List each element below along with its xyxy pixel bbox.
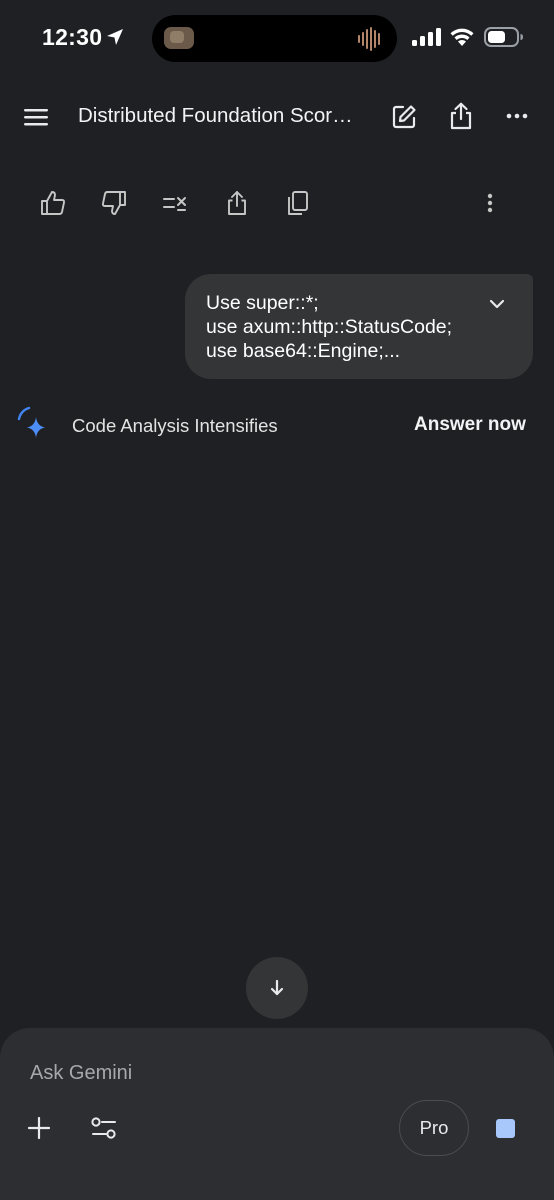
menu-icon[interactable] [22, 104, 50, 130]
chevron-down-icon[interactable] [487, 296, 507, 312]
model-label: Pro [419, 1117, 449, 1138]
prompt-line: Use super::*; [206, 292, 319, 314]
copy-icon[interactable] [285, 189, 311, 217]
cellular-signal-icon [412, 28, 441, 46]
prompt-line: use base64::Engine;... [206, 340, 401, 362]
status-bar: 12:30 [0, 0, 554, 76]
stop-icon[interactable] [496, 1119, 515, 1138]
scroll-to-bottom-button[interactable] [246, 957, 308, 1019]
edit-icon[interactable] [391, 104, 417, 130]
location-arrow-icon [107, 29, 123, 45]
thinking-indicator: Code Analysis Intensifies Answer now [0, 400, 554, 450]
chat-title[interactable]: Distributed Foundation Scor… [78, 104, 368, 128]
model-picker-button[interactable]: Pro [399, 1100, 469, 1156]
top-app-bar: Distributed Foundation Scor… [0, 92, 554, 142]
arrow-down-icon [270, 979, 284, 996]
more-horizontal-icon[interactable] [505, 106, 529, 126]
now-playing-thumbnail [164, 27, 194, 49]
tools-icon[interactable] [90, 1115, 118, 1141]
share-icon[interactable] [224, 189, 250, 217]
answer-now-button[interactable]: Answer now [414, 414, 526, 436]
plus-icon[interactable] [26, 1115, 52, 1141]
thumbs-up-icon[interactable] [40, 189, 66, 217]
dynamic-island [152, 15, 397, 62]
gemini-chat-screen: 12:30 Distributed Foundation Scor… Use s… [0, 0, 554, 1200]
more-vertical-icon[interactable] [477, 189, 503, 217]
prompt-line: use axum::http::StatusCode; [206, 316, 453, 338]
composer-panel: Pro [0, 1028, 554, 1200]
share-icon[interactable] [449, 102, 473, 130]
gemini-spark-icon [17, 406, 45, 438]
response-action-row [0, 185, 554, 221]
user-prompt-bubble[interactable]: Use super::*; use axum::http::StatusCode… [185, 274, 533, 379]
status-time: 12:30 [42, 24, 103, 50]
battery-icon [484, 27, 523, 47]
ask-gemini-input[interactable] [30, 1058, 510, 1088]
audio-waveform-icon [358, 27, 380, 51]
thinking-status-label: Code Analysis Intensifies [72, 415, 278, 436]
wifi-icon [450, 28, 474, 46]
thumbs-down-icon[interactable] [101, 189, 127, 217]
modify-response-icon[interactable] [162, 189, 188, 217]
